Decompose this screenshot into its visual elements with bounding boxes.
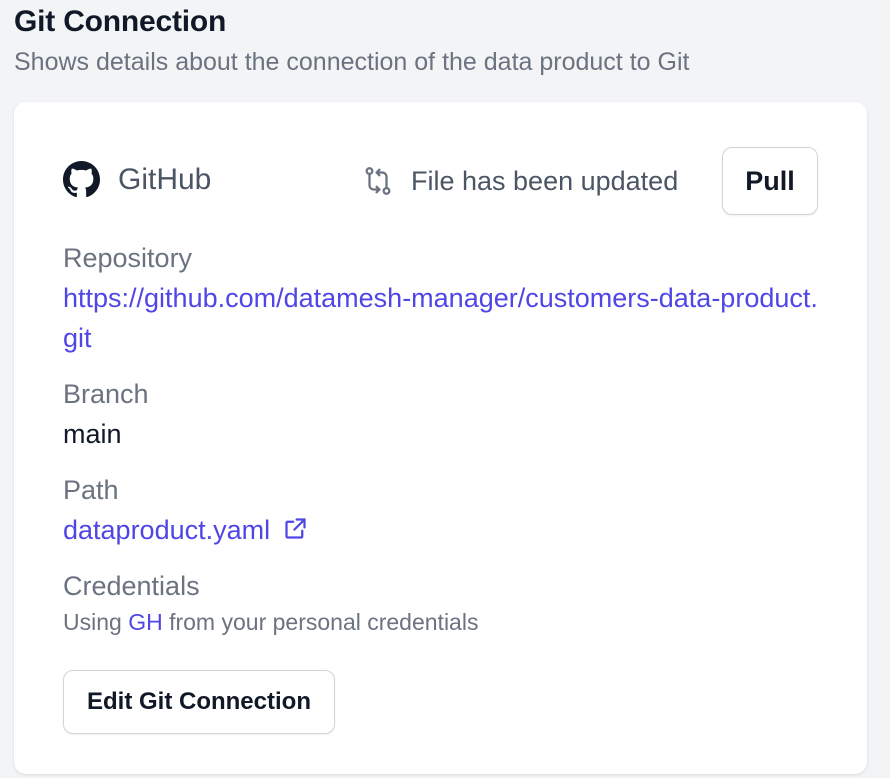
branch-field: Branch main <box>63 374 149 454</box>
github-icon <box>63 161 100 198</box>
credentials-label: Credentials <box>63 571 200 601</box>
credentials-prefix: Using <box>63 609 129 635</box>
provider: GitHub <box>63 161 211 198</box>
provider-row: GitHub File has been updated Pull <box>63 147 819 217</box>
section-subtitle: Shows details about the connection of th… <box>14 48 690 76</box>
repository-link[interactable]: https://github.com/datamesh-manager/cust… <box>63 278 823 358</box>
section-header: Git Connection Shows details about the c… <box>14 0 689 80</box>
git-pull-request-icon <box>361 164 395 198</box>
status-text: File has been updated <box>411 165 679 196</box>
branch-label: Branch <box>63 379 149 409</box>
path-label: Path <box>63 475 119 505</box>
path-field: Path dataproduct.yaml <box>63 470 309 550</box>
edit-git-connection-button[interactable]: Edit Git Connection <box>63 670 335 734</box>
git-connection-card: GitHub File has been updated Pull Reposi… <box>14 102 867 774</box>
provider-name: GitHub <box>118 162 212 196</box>
path-link[interactable]: dataproduct.yaml <box>63 515 270 545</box>
credentials-suffix: from your personal credentials <box>162 609 479 635</box>
credentials-name-link[interactable]: GH <box>128 609 163 635</box>
credentials-text: Using GH from your personal credentials <box>63 606 478 638</box>
section-title: Git Connection <box>14 5 227 38</box>
repository-label: Repository <box>63 243 193 273</box>
repository-field: Repository https://github.com/datamesh-m… <box>63 238 823 358</box>
pull-button[interactable]: Pull <box>722 147 818 215</box>
external-link-icon[interactable] <box>282 513 309 540</box>
credentials-field: Credentials Using GH from your personal … <box>63 566 478 638</box>
branch-value: main <box>63 419 122 449</box>
update-status: File has been updated <box>361 164 678 198</box>
